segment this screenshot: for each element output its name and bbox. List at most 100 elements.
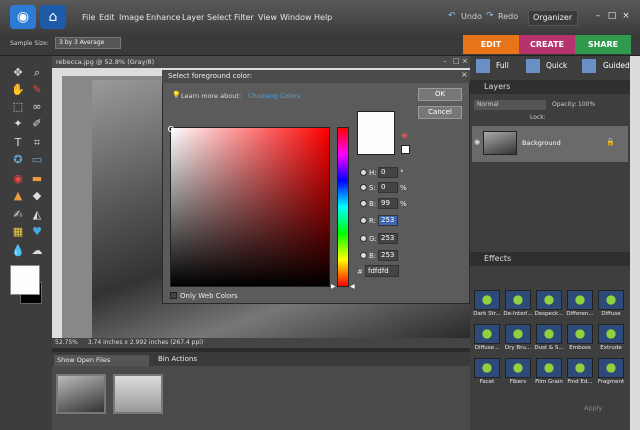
menu-help[interactable]: Help (314, 13, 332, 22)
apply-button[interactable]: Apply (584, 404, 602, 412)
sponge-tool-icon[interactable]: ☁ (28, 244, 46, 258)
visibility-eye-icon[interactable]: ◉ (474, 138, 480, 146)
effect-thumbnail[interactable] (598, 324, 624, 344)
clone-stamp-icon[interactable]: ▲ (9, 189, 27, 203)
menu-filter[interactable]: Filter (234, 13, 254, 22)
ok-button[interactable]: OK (418, 88, 462, 101)
effect-thumbnail[interactable] (598, 358, 624, 378)
eyedropper-icon[interactable]: ✎ (28, 83, 46, 97)
hue-slider[interactable] (337, 127, 349, 287)
marquee-tool-icon[interactable]: ⬚ (9, 100, 27, 114)
cookie-cutter-icon[interactable]: ✪ (9, 153, 27, 167)
field-radio[interactable] (360, 200, 367, 207)
gradient-tool-icon[interactable]: ▦ (9, 225, 27, 239)
healing-brush-icon[interactable]: ▬ (28, 172, 46, 186)
shape-tool-icon[interactable]: ♥ (28, 225, 46, 239)
menu-file[interactable]: File (82, 13, 95, 22)
minimize-icon[interactable]: – (592, 10, 604, 22)
eraser-icon[interactable]: ◆ (28, 189, 46, 203)
undo-icon[interactable]: ↶ (448, 11, 456, 21)
crop-tool-icon[interactable]: ⌗ (28, 136, 46, 150)
menu-layer[interactable]: Layer (182, 13, 204, 22)
red-eye-icon[interactable]: ◉ (9, 172, 27, 186)
color-cube-icon[interactable]: ◈ (401, 131, 408, 141)
blend-mode-select[interactable]: Normal (474, 100, 546, 110)
effect-thumbnail[interactable] (505, 290, 531, 310)
effect-thumbnail[interactable] (536, 324, 562, 344)
field-input[interactable]: 253 (378, 250, 398, 261)
effect-thumbnail[interactable] (567, 358, 593, 378)
guided-edit-icon[interactable] (582, 59, 596, 73)
selection-brush-icon[interactable]: ✐ (28, 117, 46, 131)
move-tool-icon[interactable]: ✥ (9, 66, 27, 80)
field-radio[interactable] (360, 235, 367, 242)
field-input[interactable]: 99 (378, 198, 398, 209)
hex-input[interactable]: fdfdfd (365, 265, 399, 277)
web-safe-swatch[interactable] (401, 145, 410, 154)
zoom-tool-icon[interactable]: ⌕ (28, 66, 46, 80)
hue-slider-right-arrow[interactable]: ◀ (350, 283, 355, 290)
bin-thumbnail[interactable] (113, 374, 163, 414)
field-input[interactable]: 0 (378, 167, 398, 178)
home-icon[interactable]: ⌂ (40, 5, 66, 29)
effect-thumbnail[interactable] (567, 290, 593, 310)
organizer-button[interactable]: Organizer (528, 10, 578, 26)
effect-thumbnail[interactable] (567, 324, 593, 344)
straighten-tool-icon[interactable]: ▭ (28, 153, 46, 167)
menu-view[interactable]: View (258, 13, 277, 22)
quick-edit-icon[interactable] (526, 59, 540, 73)
effect-thumbnail[interactable] (505, 358, 531, 378)
cancel-button[interactable]: Cancel (418, 106, 462, 119)
effect-thumbnail[interactable] (536, 358, 562, 378)
maximize-icon[interactable]: □ (606, 10, 618, 22)
tab-share[interactable]: SHARE (575, 35, 631, 54)
show-open-files-select[interactable]: Show Open Files (54, 355, 149, 366)
sample-size-select[interactable]: 3 by 3 Average (55, 37, 121, 49)
tab-full[interactable]: Full (496, 58, 509, 74)
effect-thumbnail[interactable] (536, 290, 562, 310)
effect-thumbnail[interactable] (474, 324, 500, 344)
effect-thumbnail[interactable] (474, 358, 500, 378)
field-radio[interactable] (360, 217, 367, 224)
bin-actions-button[interactable]: Bin Actions (158, 355, 197, 363)
doc-minimize-icon[interactable]: – (443, 57, 447, 65)
lasso-tool-icon[interactable]: ∞ (28, 100, 46, 114)
field-radio[interactable] (360, 184, 367, 191)
hue-slider-left-arrow[interactable]: ▶ (331, 283, 336, 290)
learn-more-link[interactable]: Choosing Colors (248, 92, 300, 100)
field-input[interactable]: 253 (378, 233, 398, 244)
menu-image[interactable]: Image (119, 13, 144, 22)
tab-quick[interactable]: Quick (546, 58, 567, 74)
magic-wand-icon[interactable]: ✦ (9, 117, 27, 131)
paint-bucket-icon[interactable]: ◭ (28, 208, 46, 222)
foreground-color-swatch[interactable] (10, 265, 40, 295)
full-edit-icon[interactable] (476, 59, 490, 73)
menu-window[interactable]: Window (280, 13, 312, 22)
effect-thumbnail[interactable] (474, 290, 500, 310)
color-field[interactable] (170, 127, 330, 287)
opacity-value[interactable]: 100% (578, 101, 595, 108)
redo-button[interactable]: Redo (498, 12, 518, 21)
layers-panel-header[interactable]: Layers (470, 80, 630, 94)
bin-thumbnail[interactable] (56, 374, 106, 414)
dialog-close-icon[interactable]: × (461, 70, 468, 79)
field-input[interactable]: 253 (378, 215, 398, 226)
doc-close-icon[interactable]: × (462, 57, 468, 65)
blur-tool-icon[interactable]: 💧 (9, 244, 27, 258)
window-scrollbar[interactable] (630, 56, 640, 430)
undo-button[interactable]: Undo (461, 12, 482, 21)
field-radio[interactable] (360, 169, 367, 176)
effect-thumbnail[interactable] (505, 324, 531, 344)
tab-guided[interactable]: Guided (603, 58, 630, 74)
type-tool-icon[interactable]: T (9, 136, 27, 150)
effects-panel-header[interactable]: Effects (470, 252, 630, 266)
menu-edit[interactable]: Edit (99, 13, 115, 22)
menu-select[interactable]: Select (207, 13, 232, 22)
doc-maximize-icon[interactable]: □ (453, 57, 460, 65)
menu-enhance[interactable]: Enhance (146, 13, 181, 22)
brush-tool-icon[interactable]: ✍ (9, 208, 27, 222)
field-input[interactable]: 0 (378, 182, 398, 193)
hand-tool-icon[interactable]: ✋ (9, 83, 27, 97)
tab-create[interactable]: CREATE (519, 35, 575, 54)
effect-thumbnail[interactable] (598, 290, 624, 310)
